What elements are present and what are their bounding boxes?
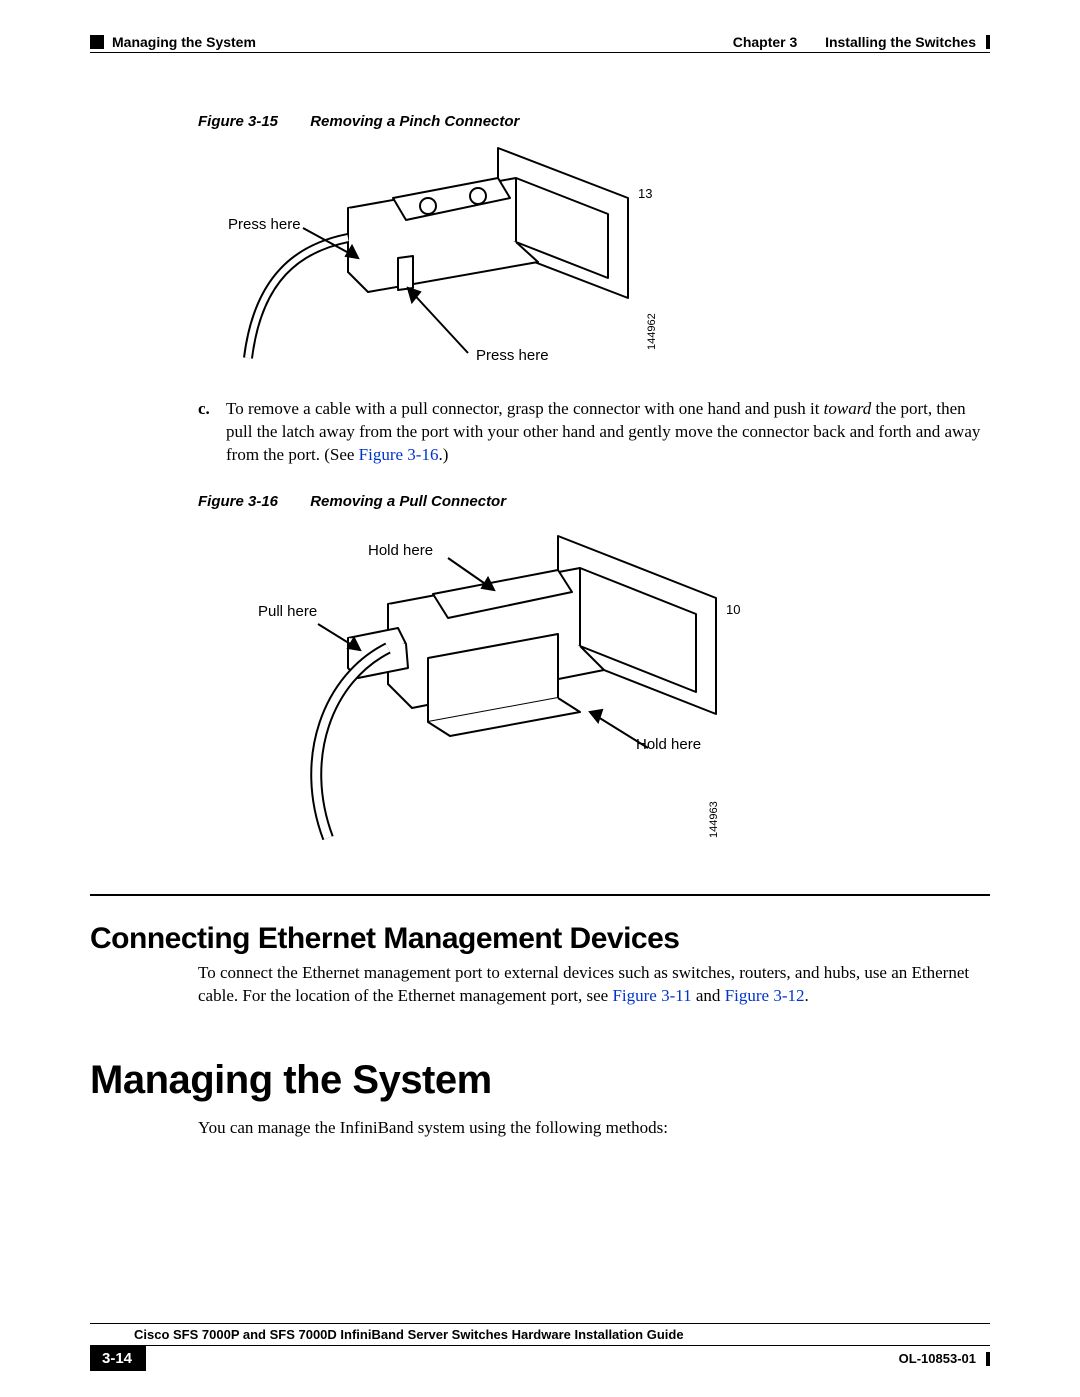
step-c-text: To remove a cable with a pull connector,… [226,398,990,467]
footer-guide-title: Cisco SFS 7000P and SFS 7000D InfiniBand… [90,1323,990,1346]
figure-15-label: Figure 3-15 [198,113,278,130]
header-bullet-icon [90,35,104,49]
step-c-marker: c. [198,398,226,467]
figure-15-callout-2: Press here [476,347,549,364]
section-connecting-ethernet-body: To connect the Ethernet management port … [198,962,990,1008]
xref-figure-3-12[interactable]: Figure 3-12 [725,986,805,1005]
footer-doc-id: OL-10853-01 [899,1351,976,1366]
figure-16-callout-pull: Pull here [258,603,317,620]
pinch-connector-illustration [198,138,758,378]
section-connecting-ethernet-title: Connecting Ethernet Management Devices [90,922,990,956]
figure-16-caption: Figure 3-16 Removing a Pull Connector [198,493,990,510]
step-c: c. To remove a cable with a pull connect… [198,398,990,467]
section-rule [90,894,990,896]
footer-edge-bar-icon [986,1352,990,1366]
header-rule [90,52,990,53]
figure-16-port-number: 10 [726,602,740,617]
figure-16-title: Removing a Pull Connector [310,493,506,510]
header-section: Managing the System [112,34,256,50]
figure-16-callout-hold-1: Hold here [368,542,433,559]
figure-15-caption: Figure 3-15 Removing a Pinch Connector [198,113,990,130]
figure-15-port-number: 13 [638,186,652,201]
figure-16-callout-hold-2: Hold here [636,736,701,753]
page-header: Managing the System Chapter 3 Installing… [90,34,990,50]
figure-15-image-id: 144962 [646,313,658,350]
page-footer: Cisco SFS 7000P and SFS 7000D InfiniBand… [90,1323,990,1371]
figure-15-title: Removing a Pinch Connector [310,113,519,130]
figure-16: Hold here Pull here Hold here 10 144963 [198,518,990,858]
header-chapter: Chapter 3 [733,34,798,50]
figure-15-callout-1: Press here [228,216,301,233]
section-managing-system-body: You can manage the InfiniBand system usi… [198,1117,990,1140]
footer-page-number: 3-14 [90,1346,146,1371]
figure-16-image-id: 144963 [708,801,720,838]
header-chapter-title: Installing the Switches [825,34,976,50]
xref-figure-3-16[interactable]: Figure 3-16 [359,445,439,464]
section-managing-system-title: Managing the System [90,1058,990,1103]
figure-15: Press here Press here 13 144962 [198,138,990,378]
xref-figure-3-11[interactable]: Figure 3-11 [612,986,691,1005]
header-edge-bar-icon [986,35,990,49]
figure-16-label: Figure 3-16 [198,493,278,510]
